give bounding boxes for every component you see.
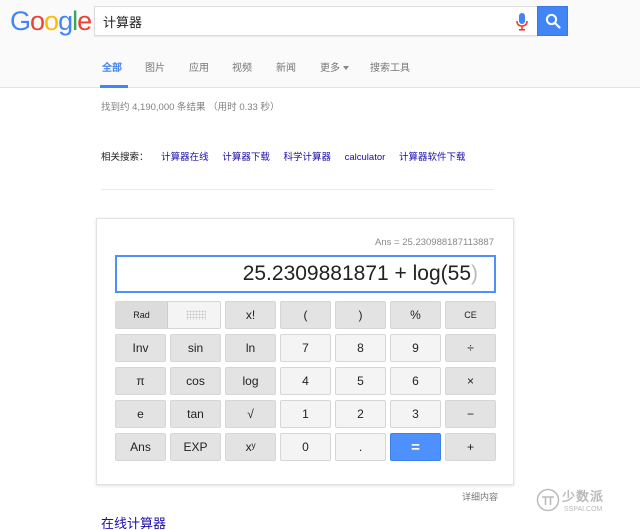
divider	[101, 189, 494, 190]
calculator-card: Ans = 25.230988187113887 25.2309881871 +…	[96, 218, 514, 485]
logo-letter: g	[58, 6, 73, 36]
tab-videos[interactable]: 视频	[232, 59, 252, 74]
search-box[interactable]	[94, 6, 538, 36]
related-link[interactable]: calculator	[345, 152, 386, 163]
search-button[interactable]	[537, 6, 568, 36]
search-input[interactable]	[103, 11, 503, 31]
watermark-text: 少数派	[562, 489, 605, 504]
tab-search-tools[interactable]: 搜索工具	[370, 59, 410, 74]
calculator-keypad: Rad x!()% CE Inv sin ln 7 8 9 ÷ π cos log 4 5 6 × e tan √ 1…	[115, 301, 497, 461]
sspai-logo-icon	[536, 488, 560, 512]
digit-7-button[interactable]: 7	[280, 334, 331, 362]
digit-9-button[interactable]: 9	[390, 334, 441, 362]
digit-0-button[interactable]: 0	[280, 433, 331, 461]
related-link[interactable]: 计算器在线	[161, 152, 209, 163]
cos-button[interactable]: cos	[170, 367, 221, 395]
result-stats: 找到约 4,190,000 条结果 （用时 0.33 秒）	[101, 102, 280, 113]
digit-3-button[interactable]: 3	[390, 400, 441, 428]
related-link[interactable]: 计算器软件下载	[399, 152, 466, 163]
tan-button[interactable]: tan	[170, 400, 221, 428]
pi-button[interactable]: π	[115, 367, 166, 395]
calculator-expression: 25.2309881871 + log(55)	[243, 262, 478, 286]
ans-button[interactable]: Ans	[115, 433, 166, 461]
tab-news[interactable]: 新闻	[276, 59, 296, 74]
digit-5-button[interactable]: 5	[335, 367, 386, 395]
watermark-sub: SSPAI.COM	[564, 506, 603, 513]
more-info-link[interactable]: 详细内容	[462, 490, 498, 503]
active-tab-indicator	[100, 85, 128, 88]
log-button[interactable]: log	[225, 367, 276, 395]
chevron-down-icon	[343, 66, 349, 71]
minus-button[interactable]: −	[445, 400, 496, 428]
clear-entry-button[interactable]: CE	[445, 301, 496, 329]
ln-button[interactable]: ln	[225, 334, 276, 362]
equals-button[interactable]: =	[390, 433, 441, 461]
multiply-button[interactable]: ×	[445, 367, 496, 395]
watermark-logo: 少数派 SSPAI.COM	[536, 484, 636, 528]
deg-button[interactable]	[186, 310, 206, 320]
calculator-display[interactable]: 25.2309881871 + log(55)	[115, 255, 496, 293]
close-paren-button[interactable]: )	[335, 301, 386, 329]
digit-8-button[interactable]: 8	[335, 334, 386, 362]
digit-6-button[interactable]: 6	[390, 367, 441, 395]
sqrt-button[interactable]: √	[225, 400, 276, 428]
ghost-closing-paren: )	[471, 262, 478, 285]
logo-letter: e	[77, 6, 92, 36]
related-link[interactable]: 计算器下载	[222, 152, 270, 163]
related-searches: 相关搜索： 计算器在线 计算器下载 科学计算器 calculator 计算器软件…	[101, 149, 476, 163]
previous-answer: Ans = 25.230988187113887	[375, 237, 494, 248]
euler-button[interactable]: e	[115, 400, 166, 428]
tab-more[interactable]: 更多	[320, 59, 349, 74]
logo-letter: G	[10, 6, 31, 36]
tab-apps[interactable]: 应用	[189, 59, 209, 74]
factorial-button[interactable]: x!	[225, 301, 276, 329]
google-logo[interactable]: Google	[10, 6, 92, 37]
expression-text: 25.2309881871 + log(55	[242, 262, 471, 285]
plus-button[interactable]: +	[445, 433, 496, 461]
logo-letter: o	[30, 6, 45, 36]
open-paren-button[interactable]: (	[280, 301, 331, 329]
logo-letter: o	[44, 6, 59, 36]
divide-button[interactable]: ÷	[445, 334, 496, 362]
digit-2-button[interactable]: 2	[335, 400, 386, 428]
tab-images[interactable]: 图片	[145, 59, 165, 74]
result-title-link[interactable]: 在线计算器	[101, 513, 166, 530]
digit-1-button[interactable]: 1	[280, 400, 331, 428]
inverse-button[interactable]: Inv	[115, 334, 166, 362]
microphone-icon[interactable]	[515, 13, 529, 31]
digit-4-button[interactable]: 4	[280, 367, 331, 395]
power-button[interactable]: xʸ	[225, 433, 276, 461]
rad-button[interactable]: Rad	[116, 302, 168, 328]
top-bar: Google 全部 图片 应用 视频 新闻 更多 搜索工具	[0, 0, 640, 88]
magnifier-icon	[545, 13, 561, 29]
tab-all[interactable]: 全部	[102, 59, 122, 74]
percent-button[interactable]: %	[390, 301, 441, 329]
related-searches-label: 相关搜索：	[101, 152, 149, 163]
exp-button[interactable]: EXP	[170, 433, 221, 461]
decimal-button[interactable]: .	[335, 433, 386, 461]
related-link[interactable]: 科学计算器	[283, 152, 331, 163]
sin-button[interactable]: sin	[170, 334, 221, 362]
rad-deg-toggle[interactable]: Rad	[115, 301, 221, 329]
